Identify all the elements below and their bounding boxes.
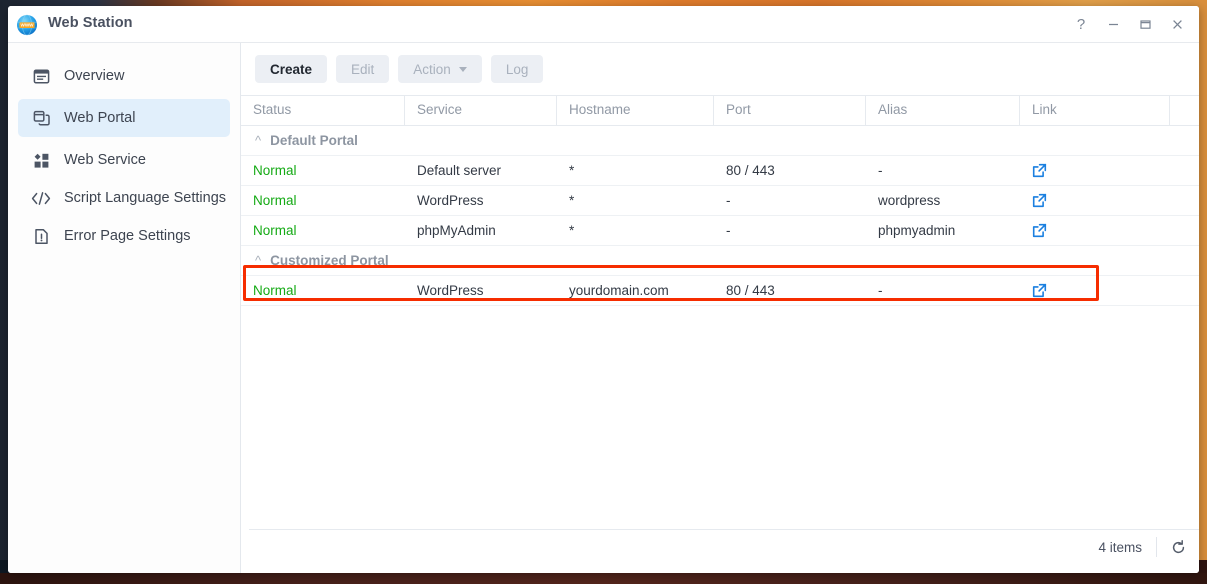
external-link-icon[interactable]	[1020, 223, 1170, 238]
code-brackets-icon	[30, 188, 52, 208]
create-button-label: Create	[270, 62, 312, 77]
cell-port: -	[714, 223, 866, 238]
sidebar: Overview Web Portal	[8, 43, 241, 573]
sidebar-item-label: Web Portal	[64, 109, 135, 127]
svg-text:WWW: WWW	[20, 23, 34, 28]
window-title: Web Station	[48, 15, 133, 31]
cell-status: Normal	[241, 193, 405, 208]
cell-service: WordPress	[405, 193, 557, 208]
cell-port: -	[714, 193, 866, 208]
minimize-icon	[1107, 18, 1120, 31]
cell-hostname: *	[557, 193, 714, 208]
table-row[interactable]: Normal Default server * 80 / 443 -	[241, 156, 1199, 186]
error-page-icon	[30, 226, 52, 246]
cell-alias: phpmyadmin	[866, 223, 1020, 238]
column-header-link[interactable]: Link	[1020, 96, 1170, 125]
table-row[interactable]: Normal WordPress yourdomain.com 80 / 443…	[241, 276, 1199, 306]
external-link-icon[interactable]	[1020, 193, 1170, 208]
sidebar-item-script-language-settings[interactable]: Script Language Settings	[18, 183, 230, 213]
chevron-down-icon	[459, 67, 467, 72]
action-button-label: Action	[413, 62, 451, 77]
overview-list-icon	[30, 66, 52, 86]
web-portal-table: Status Service Hostname Port Alias Link …	[241, 95, 1199, 306]
table-footer: 4 items	[249, 529, 1199, 564]
cell-status: Normal	[241, 223, 405, 238]
desktop-wallpaper-edge	[0, 573, 1207, 584]
window-titlebar: WWW Web Station ?	[8, 6, 1199, 43]
cell-port: 80 / 443	[714, 163, 866, 178]
cell-status: Normal	[241, 283, 405, 298]
cell-port: 80 / 443	[714, 283, 866, 298]
web-service-grid-icon	[30, 150, 52, 170]
toolbar: Create Edit Action Log	[241, 43, 1199, 93]
group-header-customized-portal[interactable]: ^ Customized Portal	[241, 246, 1199, 276]
create-button[interactable]: Create	[255, 55, 327, 83]
cell-service: Default server	[405, 163, 557, 178]
help-button[interactable]: ?	[1065, 9, 1097, 39]
table-header-row: Status Service Hostname Port Alias Link	[241, 95, 1199, 126]
sidebar-item-label: Script Language Settings	[64, 189, 226, 207]
action-button[interactable]: Action	[398, 55, 482, 83]
minimize-button[interactable]	[1097, 9, 1129, 39]
window-controls: ?	[1065, 6, 1193, 42]
column-header-spacer	[1170, 96, 1199, 125]
maximize-button[interactable]	[1129, 9, 1161, 39]
sidebar-item-web-service[interactable]: Web Service	[18, 141, 230, 179]
items-count-label: 4 items	[1098, 540, 1156, 555]
www-globe-icon: WWW	[16, 14, 38, 36]
table-row[interactable]: Normal WordPress * - wordpress	[241, 186, 1199, 216]
cell-status: Normal	[241, 163, 405, 178]
edit-button[interactable]: Edit	[336, 55, 389, 83]
cell-alias: -	[866, 283, 1020, 298]
external-link-icon[interactable]	[1020, 283, 1170, 298]
cell-service: WordPress	[405, 283, 557, 298]
log-button[interactable]: Log	[491, 55, 544, 83]
log-button-label: Log	[506, 62, 529, 77]
cell-alias: wordpress	[866, 193, 1020, 208]
cell-alias: -	[866, 163, 1020, 178]
column-header-hostname[interactable]: Hostname	[557, 96, 714, 125]
group-header-default-portal[interactable]: ^ Default Portal	[241, 126, 1199, 156]
chevron-up-icon: ^	[255, 133, 261, 148]
cell-hostname: *	[557, 163, 714, 178]
sidebar-item-label: Overview	[64, 67, 124, 85]
table-row[interactable]: Normal phpMyAdmin * - phpmyadmin	[241, 216, 1199, 246]
column-header-status[interactable]: Status	[241, 96, 405, 125]
sidebar-item-error-page-settings[interactable]: Error Page Settings	[18, 217, 230, 255]
column-header-service[interactable]: Service	[405, 96, 557, 125]
column-header-alias[interactable]: Alias	[866, 96, 1020, 125]
cell-hostname: *	[557, 223, 714, 238]
web-portal-windows-icon	[30, 108, 52, 128]
sidebar-item-overview[interactable]: Overview	[18, 57, 230, 95]
sidebar-item-label: Web Service	[64, 151, 146, 169]
group-header-label: Default Portal	[270, 133, 358, 148]
external-link-icon[interactable]	[1020, 163, 1170, 178]
close-icon	[1171, 18, 1184, 31]
close-button[interactable]	[1161, 9, 1193, 39]
refresh-icon[interactable]	[1157, 539, 1199, 556]
group-header-label: Customized Portal	[270, 253, 389, 268]
maximize-icon	[1139, 18, 1152, 31]
cell-service: phpMyAdmin	[405, 223, 557, 238]
column-header-port[interactable]: Port	[714, 96, 866, 125]
sidebar-item-label: Error Page Settings	[64, 227, 191, 245]
chevron-up-icon: ^	[255, 253, 261, 268]
web-station-window: WWW Web Station ?	[8, 6, 1199, 573]
cell-hostname: yourdomain.com	[557, 283, 714, 298]
help-icon: ?	[1077, 16, 1085, 33]
sidebar-item-web-portal[interactable]: Web Portal	[18, 99, 230, 137]
main-content: Create Edit Action Log Status Service Ho…	[241, 43, 1199, 573]
edit-button-label: Edit	[351, 62, 374, 77]
